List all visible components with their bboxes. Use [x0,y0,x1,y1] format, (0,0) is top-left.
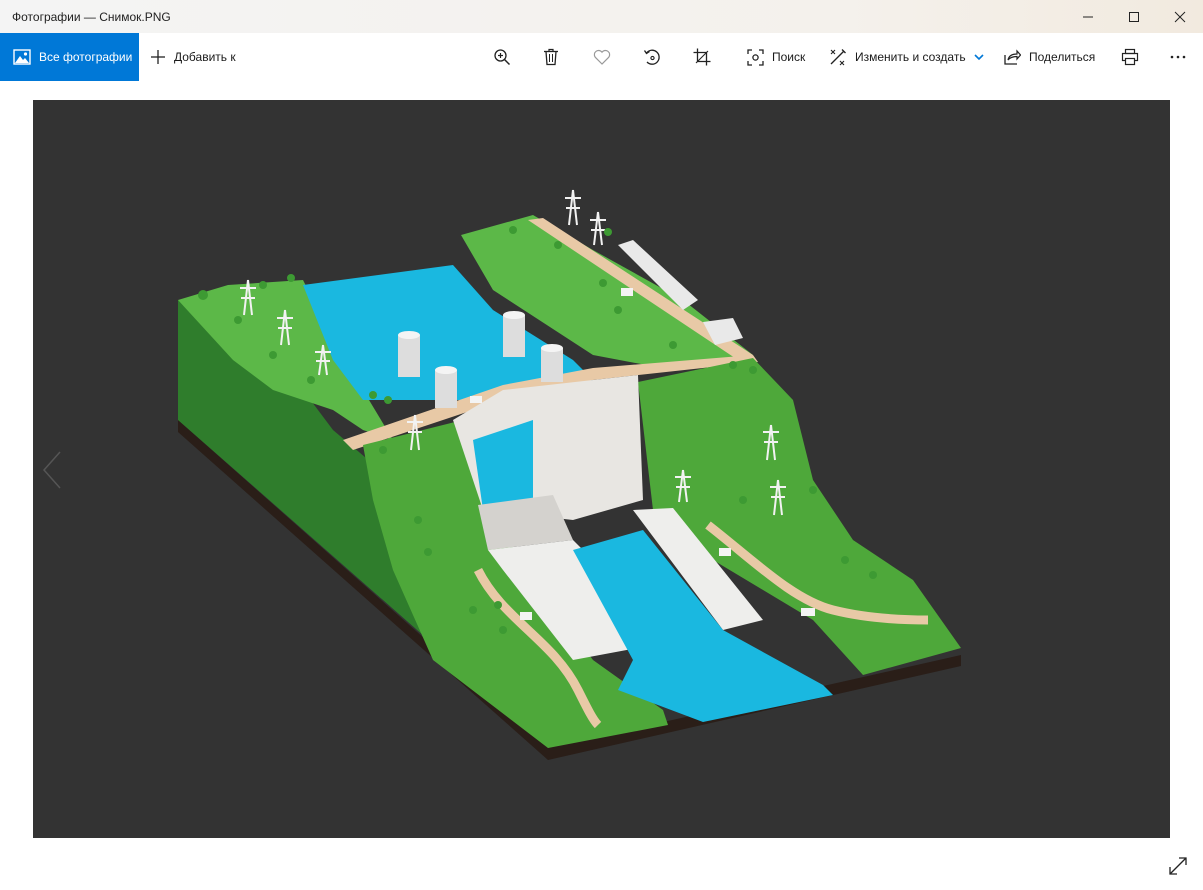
edit-create-button[interactable]: Изменить и создать [829,33,984,81]
photo-viewer [33,100,1170,838]
minimize-icon [1083,16,1093,17]
search-label: Поиск [772,50,806,64]
fullscreen-button[interactable] [1164,852,1192,880]
expand-icon [1169,857,1187,875]
trash-icon [544,48,558,66]
rotate-button[interactable] [634,33,670,81]
chevron-down-icon [974,54,984,61]
maximize-icon [1129,11,1139,22]
maximize-button[interactable] [1111,0,1157,33]
title-bar: Фотографии — Снимок.PNG [0,0,1203,33]
heart-icon [593,49,611,65]
printer-icon [1121,48,1139,66]
zoom-in-icon [494,49,511,66]
more-button[interactable] [1160,33,1196,81]
minimize-button[interactable] [1065,0,1111,33]
crop-icon [693,48,711,66]
share-button[interactable]: Поделиться [1004,33,1095,81]
search-icon [747,48,764,66]
add-to-button[interactable]: Добавить к [150,33,236,81]
all-photos-label: Все фотографии [39,50,133,64]
search-button[interactable]: Поиск [747,33,805,81]
all-photos-button[interactable]: Все фотографии [0,33,139,81]
more-icon [1170,55,1186,59]
favorite-button[interactable] [584,33,620,81]
close-icon [1174,11,1186,22]
plus-icon [151,50,165,64]
zoom-button[interactable] [484,33,520,81]
crop-button[interactable] [684,33,720,81]
delete-button[interactable] [533,33,569,81]
dam-illustration [178,189,961,760]
previous-photo-button[interactable] [38,448,66,492]
toolbar: Все фотографии Добавить к Поиск Изменить… [0,33,1203,81]
close-button[interactable] [1157,0,1203,33]
chevron-left-icon [42,451,61,489]
rotate-icon [643,49,660,65]
edit-create-icon [830,49,846,66]
share-label: Поделиться [1029,50,1096,64]
image-icon [13,49,31,65]
window-title: Фотографии — Снимок.PNG [12,10,171,24]
print-button[interactable] [1112,33,1148,81]
edit-create-label: Изменить и создать [855,50,966,64]
add-to-label: Добавить к [174,50,236,64]
share-icon [1004,49,1021,65]
